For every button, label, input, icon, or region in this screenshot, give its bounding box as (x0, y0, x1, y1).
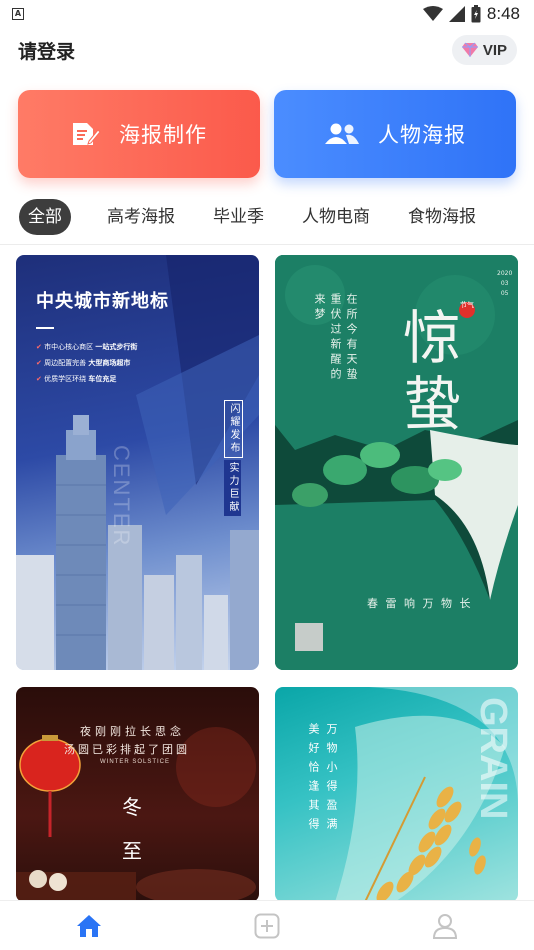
city-watermark: CENTER (109, 445, 134, 548)
app-header: 请登录 VIP (0, 28, 534, 72)
edit-poster-icon (73, 123, 101, 145)
winter-big-1: 冬 (122, 795, 142, 819)
diamond-icon (461, 42, 478, 57)
grain-col-2: 万物小得盈满 (325, 723, 338, 837)
jingzhe-title-2: 蛰 (403, 370, 462, 438)
status-bar: A 8:48 (0, 0, 534, 28)
tab-food-poster[interactable]: 食物海报 (398, 199, 486, 235)
winter-big-2: 至 (122, 839, 142, 863)
template-card-city[interactable]: 中央城市新地标 ✔ 市中心核心商区 一站式步行街 ✔ 周边配置完善 大型商场超市… (16, 255, 259, 670)
wifi-icon (422, 6, 443, 21)
home-icon (77, 914, 101, 937)
winter-en: WINTER SOLSTICE (100, 759, 171, 765)
jingzhe-seal: 节气 (460, 301, 474, 309)
divider (0, 244, 534, 245)
login-title[interactable]: 请登录 (18, 37, 75, 64)
signal-icon (448, 6, 465, 22)
status-time: 8:48 (486, 4, 520, 23)
jingzhe-date-line: 2020 (497, 270, 513, 277)
nav-profile[interactable] (415, 906, 475, 946)
plus-square-icon (254, 913, 280, 938)
jingzhe-date: 2020 03 05 (497, 269, 512, 299)
tab-people-ecommerce[interactable]: 人物电商 (292, 199, 380, 235)
city-bullet: ✔ 市中心核心商区 一站式步行街 (36, 343, 138, 351)
tab-gaokao-poster[interactable]: 高考海报 (97, 199, 185, 235)
city-vertical-text-a: 闪耀发布 (224, 400, 243, 458)
city-bullet: ✔ 优质学区环绕 车位充足 (36, 375, 117, 383)
category-tabs: 全部 高考海报 毕业季 人物电商 食物海报 (0, 196, 534, 238)
grain-col-1: 美好恰逢其得 (307, 723, 320, 837)
nav-create[interactable] (237, 906, 297, 946)
poster-create-button[interactable]: 海报制作 (18, 90, 260, 178)
grain-watermark: GRAIN (472, 697, 514, 820)
poster-create-label: 海报制作 (119, 123, 207, 147)
person-poster-label: 人物海报 (378, 123, 466, 147)
battery-icon (471, 5, 481, 23)
person-poster-button[interactable]: 人物海报 (274, 90, 516, 178)
tab-graduation[interactable]: 毕业季 (203, 199, 274, 235)
vip-button[interactable]: VIP (451, 35, 517, 65)
jingzhe-date-line: 05 (500, 290, 509, 297)
city-bullet: ✔ 周边配置完善 大型商场超市 (36, 359, 131, 367)
notification-icon: A (12, 8, 24, 20)
template-card-jingzhe[interactable]: 惊 蛰 节气 在所今有天蛰重伏过新醒的来梦 2020 03 05 春 雷 响 万… (275, 255, 518, 670)
city-bullets: ✔ 市中心核心商区 一站式步行街 ✔ 周边配置完善 大型商场超市 ✔ 优质学区环… (36, 339, 137, 387)
city-title: 中央城市新地标 (36, 291, 169, 312)
city-vertical-text-b: 实力巨献 (224, 460, 241, 516)
jingzhe-footer: 春 雷 响 万 物 长 (367, 597, 473, 610)
vip-label: VIP (482, 41, 507, 59)
winter-line-1: 夜刚刚拉长思念 (80, 725, 185, 738)
template-card-grain[interactable]: GRAIN 美好恰逢其得 万物小得盈满 (275, 687, 518, 902)
action-buttons: 海报制作 人物海报 (18, 90, 516, 180)
people-icon (325, 123, 359, 144)
nav-home[interactable] (59, 906, 119, 946)
user-icon (432, 913, 458, 939)
city-skyline-image (16, 255, 259, 670)
bottom-nav (0, 900, 534, 950)
template-card-winter-solstice[interactable]: 夜刚刚拉长思念 汤圆已彩排起了团圆 WINTER SOLSTICE 冬 至 (16, 687, 259, 902)
winter-line-2: 汤圆已彩排起了团圆 (64, 743, 190, 756)
jingzhe-date-line: 03 (500, 280, 509, 287)
tab-all[interactable]: 全部 (19, 199, 71, 235)
status-icons: 8:48 (422, 4, 520, 24)
jingzhe-poem: 在所今有天蛰重伏过新醒的来梦 (313, 293, 358, 383)
